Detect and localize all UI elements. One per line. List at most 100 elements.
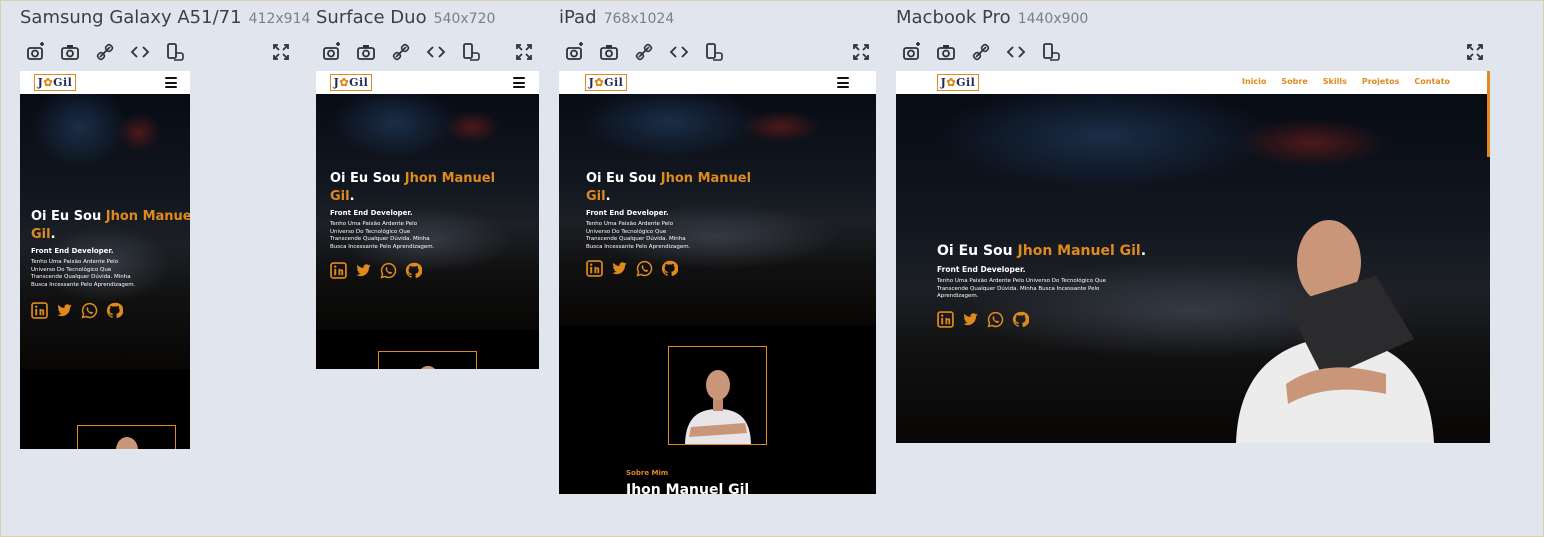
hero-description: Tenho Uma Paixão Ardente Pelo Universo Do… bbox=[31, 259, 136, 289]
hero-description: Tenho Uma Paixão Ardente Pelo Universo D… bbox=[937, 277, 1107, 300]
nav-link-skills[interactable]: Skills bbox=[1323, 77, 1347, 86]
code-icon[interactable] bbox=[1005, 41, 1027, 63]
camera-icon[interactable] bbox=[355, 41, 377, 63]
device-toolbar bbox=[316, 41, 546, 63]
hero-role: Front End Developer. bbox=[586, 209, 669, 218]
rotate-icon[interactable] bbox=[164, 41, 186, 63]
whatsapp-icon[interactable] bbox=[81, 302, 98, 319]
hamburger-menu-icon[interactable] bbox=[513, 77, 525, 88]
whatsapp-icon[interactable] bbox=[636, 260, 653, 277]
github-icon[interactable] bbox=[405, 262, 422, 279]
device-size: 768x1024 bbox=[603, 11, 675, 27]
about-section bbox=[20, 369, 190, 449]
device-title: iPad 768x1024 bbox=[559, 7, 674, 28]
link-icon[interactable] bbox=[390, 41, 412, 63]
rotate-icon[interactable] bbox=[1040, 41, 1062, 63]
screenshot-settings-icon[interactable] bbox=[25, 41, 47, 63]
fullscreen-icon[interactable] bbox=[850, 41, 872, 63]
nav-link-projetos[interactable]: Projetos bbox=[1362, 77, 1400, 86]
device-toolbar bbox=[20, 41, 295, 63]
hero-title: Oi Eu Sou Jhon Manuel Gil. bbox=[330, 171, 496, 204]
hero-title: Oi Eu Sou Jhon Manuel Gil. bbox=[937, 243, 1147, 259]
github-icon[interactable] bbox=[106, 302, 123, 319]
linkedin-icon[interactable] bbox=[937, 311, 954, 328]
hero-title: Oi Eu Sou Jhon Manuel Gil. bbox=[586, 171, 752, 204]
whatsapp-icon[interactable] bbox=[987, 311, 1004, 328]
screenshot-settings-icon[interactable] bbox=[564, 41, 586, 63]
profile-photo-frame bbox=[378, 351, 477, 369]
site-logo[interactable]: J ✿ Gil bbox=[937, 74, 979, 91]
hero-role: Front End Developer. bbox=[937, 264, 1026, 274]
profile-photo bbox=[669, 347, 766, 444]
device-size: 540x720 bbox=[433, 11, 496, 27]
screenshot-settings-icon[interactable] bbox=[321, 41, 343, 63]
camera-icon[interactable] bbox=[935, 41, 957, 63]
code-icon[interactable] bbox=[668, 41, 690, 63]
device-title: Surface Duo 540x720 bbox=[316, 7, 495, 28]
github-icon[interactable] bbox=[1012, 311, 1029, 328]
screenshot-settings-icon[interactable] bbox=[901, 41, 923, 63]
social-links bbox=[586, 260, 786, 277]
nav-link-contato[interactable]: Contato bbox=[1414, 77, 1450, 86]
hero-profile-photo bbox=[1226, 214, 1446, 443]
device-screen: J ✿ Gil Oi Eu Sou Jhon Manuel Gil. Front En… bbox=[20, 71, 190, 449]
device-name: Macbook Pro bbox=[896, 7, 1011, 28]
camera-icon[interactable] bbox=[59, 41, 81, 63]
hero-section: Oi Eu Sou Jhon Manuel Gil. Front End Deve… bbox=[559, 94, 876, 325]
device-screen: J ✿ Gil Oi Eu Sou Jhon Manuel Gil. Front En… bbox=[316, 71, 539, 369]
fullscreen-icon[interactable] bbox=[513, 41, 535, 63]
code-icon[interactable] bbox=[425, 41, 447, 63]
fullscreen-icon[interactable] bbox=[270, 41, 292, 63]
rotate-icon[interactable] bbox=[703, 41, 725, 63]
device-name: Surface Duo bbox=[316, 7, 427, 28]
device-screen: J ✿ Gil Oi Eu Sou Jhon Manuel Gil. Front En… bbox=[559, 71, 876, 494]
github-icon[interactable] bbox=[661, 260, 678, 277]
profile-photo-frame bbox=[77, 425, 176, 449]
device-size: 1440x900 bbox=[1017, 11, 1089, 27]
hero-section: Oi Eu Sou Jhon Manuel Gil. Front End Deve… bbox=[316, 94, 539, 330]
hero-description: Tenho Uma Paixão Ardente Pelo Universo Do… bbox=[330, 221, 435, 251]
link-icon[interactable] bbox=[633, 41, 655, 63]
profile-photo-frame bbox=[668, 346, 767, 445]
social-links bbox=[937, 311, 1217, 328]
page-scrollbar[interactable] bbox=[1487, 71, 1490, 157]
twitter-icon[interactable] bbox=[611, 260, 628, 277]
twitter-icon[interactable] bbox=[962, 311, 979, 328]
link-icon[interactable] bbox=[94, 41, 116, 63]
twitter-icon[interactable] bbox=[56, 302, 73, 319]
profile-photo bbox=[379, 352, 476, 369]
code-icon[interactable] bbox=[129, 41, 151, 63]
about-section bbox=[316, 330, 539, 369]
desktop-nav: Inicio Sobre Skills Projetos Contato bbox=[1242, 77, 1465, 86]
site-navbar: J ✿ Gil bbox=[20, 71, 190, 94]
about-name: Jhon Manuel Gil bbox=[626, 482, 750, 494]
device-toolbar bbox=[896, 41, 1486, 63]
site-logo[interactable]: J ✿ Gil bbox=[585, 74, 627, 91]
hero-section: Oi Eu Sou Jhon Manuel Gil. Front End Deve… bbox=[20, 94, 190, 369]
linkedin-icon[interactable] bbox=[31, 302, 48, 319]
site-logo[interactable]: J ✿ Gil bbox=[330, 74, 372, 91]
hero-description: Tenho Uma Paixão Ardente Pelo Universo Do… bbox=[586, 221, 691, 251]
site-logo[interactable]: J ✿ Gil bbox=[34, 74, 76, 91]
social-links bbox=[330, 262, 530, 279]
linkedin-icon[interactable] bbox=[586, 260, 603, 277]
site-navbar: J ✿ Gil bbox=[559, 71, 876, 94]
site-navbar: J ✿ Gil bbox=[316, 71, 539, 94]
rotate-icon[interactable] bbox=[460, 41, 482, 63]
link-icon[interactable] bbox=[970, 41, 992, 63]
fullscreen-icon[interactable] bbox=[1464, 41, 1486, 63]
camera-icon[interactable] bbox=[598, 41, 620, 63]
twitter-icon[interactable] bbox=[355, 262, 372, 279]
nav-link-sobre[interactable]: Sobre bbox=[1281, 77, 1307, 86]
site-navbar: J ✿ Gil Inicio Sobre Skills Projetos Conta… bbox=[896, 71, 1490, 94]
whatsapp-icon[interactable] bbox=[380, 262, 397, 279]
nav-link-inicio[interactable]: Inicio bbox=[1242, 77, 1266, 86]
hamburger-menu-icon[interactable] bbox=[165, 77, 177, 88]
hamburger-menu-icon[interactable] bbox=[837, 77, 849, 88]
device-title: Macbook Pro 1440x900 bbox=[896, 7, 1088, 28]
device-name: iPad bbox=[559, 7, 597, 28]
hero-section: Oi Eu Sou Jhon Manuel Gil. Front End Dev… bbox=[896, 94, 1490, 443]
linkedin-icon[interactable] bbox=[330, 262, 347, 279]
device-title: Samsung Galaxy A51/71 412x914 bbox=[20, 7, 310, 28]
hero-role: Front End Developer. bbox=[330, 209, 413, 218]
